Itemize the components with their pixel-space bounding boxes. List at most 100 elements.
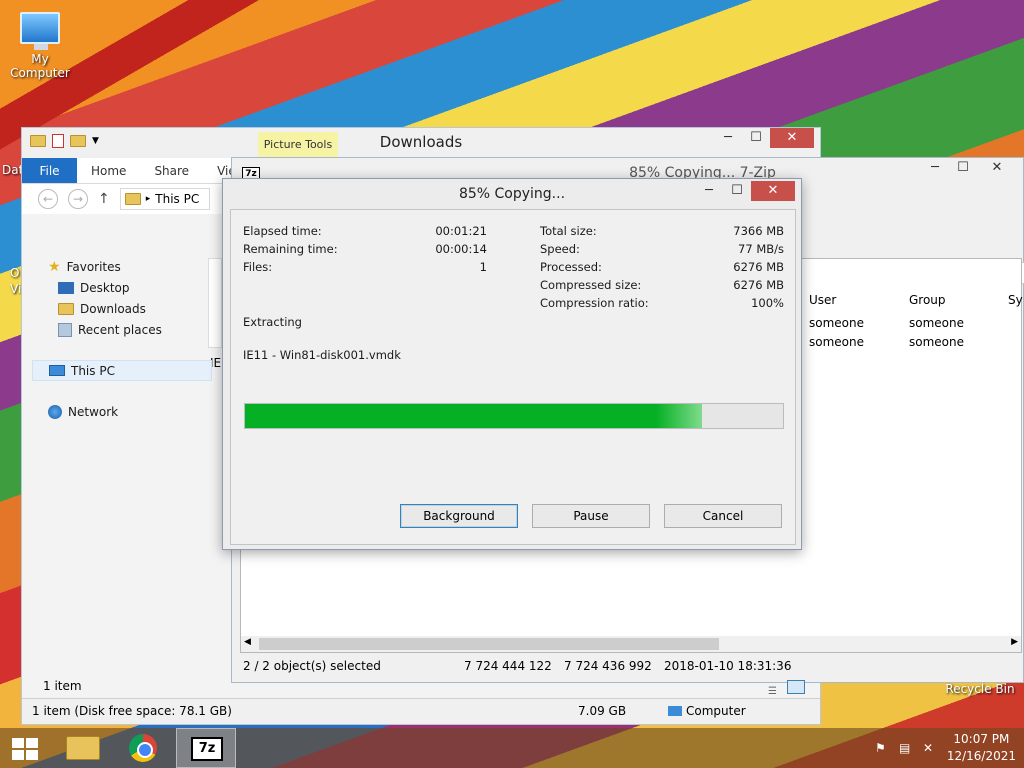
stat-value-remaining: 00:00:14 <box>435 242 487 256</box>
copy-progress-dialog: 85% Copying... ─ ☐ ✕ Elapsed time: 00:01… <box>222 178 802 550</box>
sevenzip-icon: 7z <box>191 737 223 761</box>
cell-user: someone <box>809 316 864 330</box>
close-button[interactable]: ✕ <box>751 181 795 201</box>
scroll-right-icon[interactable]: ▶ <box>1011 637 1018 647</box>
scroll-left-icon[interactable]: ◀ <box>244 637 251 647</box>
taskbar-7zip[interactable]: 7z <box>176 728 236 768</box>
stat-label-total-size: Total size: <box>540 224 597 238</box>
minimize-button[interactable]: ─ <box>714 128 742 148</box>
pause-button[interactable]: Pause <box>532 504 650 528</box>
close-button[interactable]: ✕ <box>977 158 1017 178</box>
status-selected: 2 / 2 object(s) selected <box>243 659 381 673</box>
status-size: 7.09 GB <box>578 704 627 718</box>
stat-label-compression-ratio: Compression ratio: <box>540 296 649 310</box>
maximize-button[interactable]: ☐ <box>949 158 977 178</box>
maximize-button[interactable]: ☐ <box>723 181 751 201</box>
explorer-status-bar: 1 item (Disk free space: 78.1 GB) 7.09 G… <box>22 698 820 724</box>
explorer-titlebar[interactable]: ▼ Picture Tools Downloads ─ ☐ ✕ <box>22 128 820 158</box>
nav-label: This PC <box>71 363 115 378</box>
dialog-body: Elapsed time: 00:01:21 Remaining time: 0… <box>230 209 796 545</box>
cell-group: someone <box>909 316 964 330</box>
tab-share[interactable]: Share <box>140 158 203 183</box>
stat-value-compressed-size: 6276 MB <box>733 278 784 292</box>
network-status-icon[interactable]: ▤ <box>899 741 913 755</box>
details-view-icon[interactable]: ☰ <box>768 686 777 697</box>
cancel-button[interactable]: Cancel <box>664 504 782 528</box>
status-disk-space: 1 item (Disk free space: 78.1 GB) <box>32 704 232 718</box>
nav-label: Favorites <box>66 259 121 274</box>
nav-downloads[interactable]: Downloads <box>22 298 212 319</box>
desktop-icon-label: Recycle Bin <box>945 682 1015 696</box>
desktop-icon <box>58 281 74 294</box>
tab-file[interactable]: File <box>22 158 77 183</box>
downloads-folder-icon <box>58 302 74 315</box>
item-count: 1 item <box>43 679 82 693</box>
chrome-icon <box>129 734 157 762</box>
taskbar-chrome[interactable] <box>114 728 174 768</box>
start-button[interactable] <box>0 728 60 768</box>
desktop-icon-my-computer[interactable]: My Computer <box>2 12 78 80</box>
stat-value-files: 1 <box>479 260 487 274</box>
computer-icon <box>49 365 65 376</box>
nav-network[interactable]: Network <box>22 401 212 422</box>
background-button[interactable]: Background <box>400 504 518 528</box>
minimize-button[interactable]: ─ <box>695 181 723 201</box>
computer-icon <box>668 706 682 716</box>
action-center-flag-icon[interactable]: ⚑ <box>875 741 889 755</box>
stat-label-elapsed: Elapsed time: <box>243 224 322 238</box>
status-size: 7 724 444 122 <box>464 659 552 673</box>
nav-label: Downloads <box>80 301 146 316</box>
view-toggle-icons[interactable]: ☰ <box>768 680 816 697</box>
cell-user: someone <box>809 335 864 349</box>
address-text: This PC <box>155 192 200 206</box>
clock-date: 12/16/2021 <box>946 749 1016 763</box>
close-button[interactable]: ✕ <box>770 128 814 148</box>
desktop-partial-label: O <box>10 266 20 280</box>
nav-label: Recent places <box>78 322 162 337</box>
nav-desktop[interactable]: Desktop <box>22 277 212 298</box>
nav-label: Network <box>68 404 119 419</box>
horizontal-scrollbar[interactable]: ◀ ▶ <box>241 636 1021 652</box>
scrollbar-thumb[interactable] <box>259 638 719 650</box>
file-explorer-icon <box>66 736 100 760</box>
this-pc-icon <box>124 193 141 205</box>
column-header-system[interactable]: Sy <box>1008 293 1023 307</box>
progress-bar-fill <box>245 404 703 428</box>
sevenzip-status-bar: 2 / 2 object(s) selected 7 724 444 122 7… <box>240 655 1022 677</box>
nav-this-pc[interactable]: This PC <box>32 360 212 381</box>
maximize-button[interactable]: ☐ <box>742 128 770 148</box>
window-controls: ─ ☐ ✕ <box>714 128 814 148</box>
taskbar-file-explorer[interactable] <box>52 728 112 768</box>
back-button[interactable]: ← <box>38 189 58 209</box>
volume-muted-icon[interactable]: ✕ <box>923 741 937 755</box>
taskbar: 7z ⚑ ▤ ✕ 10:07 PM 12/16/2021 <box>0 728 1024 768</box>
stat-value-total-size: 7366 MB <box>733 224 784 238</box>
address-bar[interactable]: ▸ This PC <box>119 188 210 210</box>
nav-favorites[interactable]: ★ Favorites <box>22 256 212 277</box>
window-controls: ─ ☐ ✕ <box>695 181 795 201</box>
column-header-user[interactable]: User <box>809 293 836 307</box>
minimize-button[interactable]: ─ <box>921 158 949 178</box>
forward-button[interactable]: → <box>68 189 88 209</box>
large-icons-view-icon[interactable] <box>786 680 805 694</box>
stat-value-speed: 77 MB/s <box>738 242 784 256</box>
status-location: Computer <box>686 704 746 718</box>
column-header-group[interactable]: Group <box>909 293 946 307</box>
desktop-partial-label: Vi <box>10 282 22 296</box>
table-row[interactable]: someone someone <box>809 316 964 330</box>
recent-places-icon <box>58 322 72 337</box>
stat-label-speed: Speed: <box>540 242 580 256</box>
stat-label-compressed-size: Compressed size: <box>540 278 642 292</box>
tab-home[interactable]: Home <box>77 158 140 183</box>
nav-recent-places[interactable]: Recent places <box>22 319 212 340</box>
dialog-titlebar[interactable]: 85% Copying... ─ ☐ ✕ <box>223 179 801 209</box>
current-filename: IE11 - Win81-disk001.vmdk <box>243 348 401 362</box>
network-icon <box>48 404 62 419</box>
nav-label: Desktop <box>80 280 130 295</box>
up-arrow-icon[interactable]: ↑ <box>98 191 110 207</box>
stat-label-remaining: Remaining time: <box>243 242 338 256</box>
chevron-right-icon: ▸ <box>145 194 151 204</box>
table-row[interactable]: someone someone <box>809 335 964 349</box>
system-clock[interactable]: 10:07 PM 12/16/2021 <box>947 731 1016 765</box>
windows-logo-icon <box>12 738 38 760</box>
